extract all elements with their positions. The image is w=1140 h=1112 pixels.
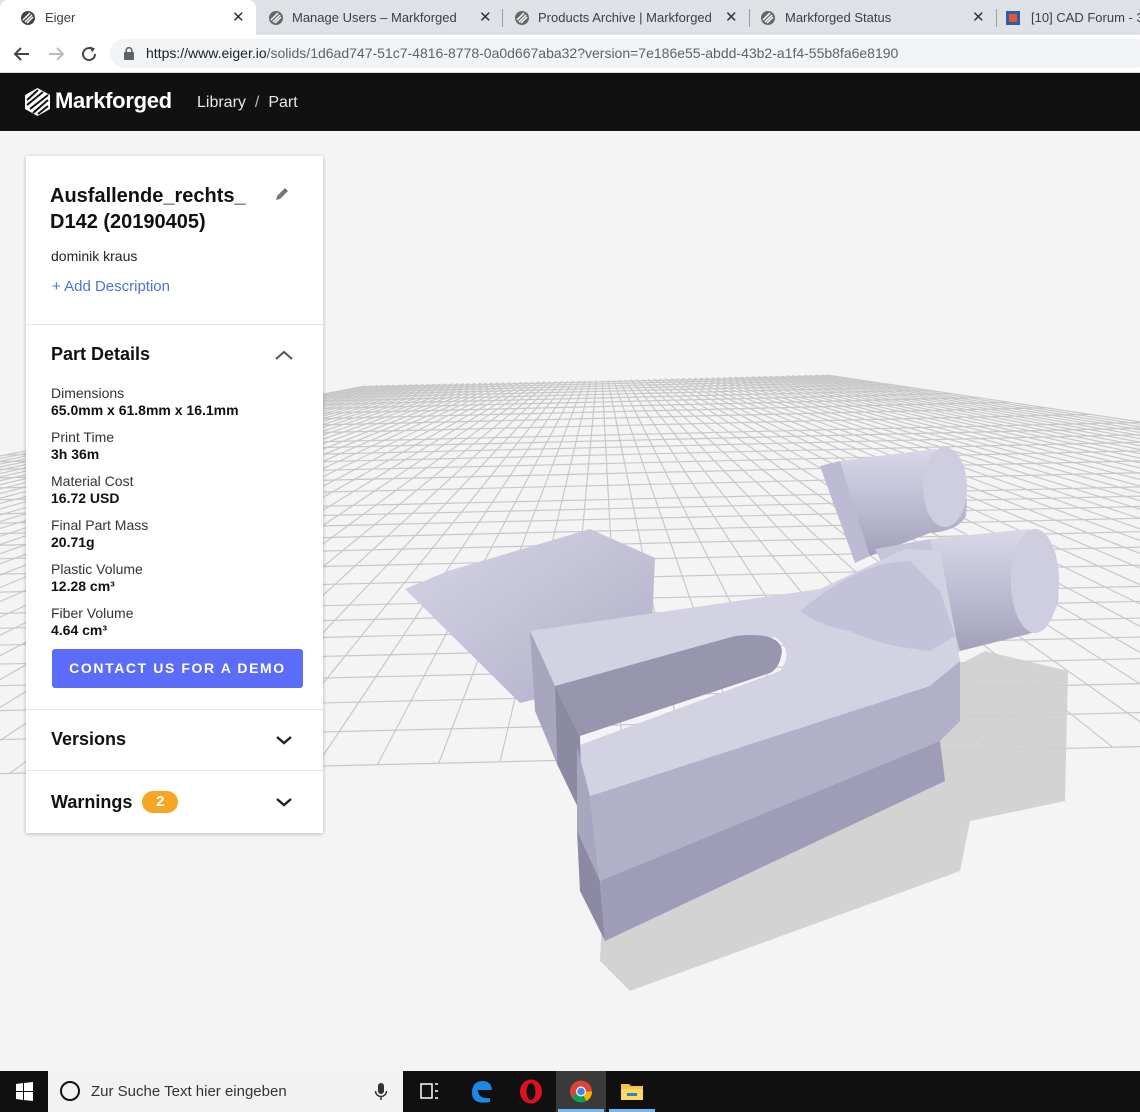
lock-icon	[124, 47, 134, 60]
markforged-icon	[761, 11, 775, 25]
detail-value-print-time: 3h 36m	[51, 446, 100, 462]
taskbar-search-box[interactable]: Zur Suche Text hier eingeben	[48, 1071, 403, 1112]
part-info-panel: Ausfallende_rechts_ D142 (20190405) domi…	[26, 156, 323, 833]
warnings-count-badge: 2	[142, 791, 179, 813]
chevron-down-icon[interactable]	[274, 734, 294, 746]
close-icon[interactable]: ✕	[725, 0, 738, 35]
url-text: https://www.eiger.io/solids/1d6ad747-51c…	[146, 39, 898, 68]
detail-label-fiber-volume: Fiber Volume	[51, 605, 134, 621]
microphone-icon[interactable]	[374, 1083, 388, 1101]
breadcrumb-separator: /	[254, 94, 260, 111]
detail-label-dimensions: Dimensions	[51, 385, 125, 401]
url-path: /solids/1d6ad747-51c7-4816-8778-0a0d667a…	[266, 45, 899, 61]
markforged-icon	[269, 11, 283, 25]
detail-label-print-time: Print Time	[51, 429, 115, 445]
add-description-link[interactable]: + Add Description	[52, 278, 170, 295]
detail-label-plastic-volume: Plastic Volume	[51, 561, 143, 577]
breadcrumb-library[interactable]: Library	[197, 94, 246, 111]
logo-text[interactable]: Markforged	[55, 88, 172, 114]
detail-value-final-part-mass: 20.71g	[51, 534, 95, 550]
close-icon[interactable]: ✕	[232, 0, 245, 35]
reload-icon[interactable]	[77, 35, 101, 72]
detail-value-fiber-volume: 4.64 cm³	[51, 622, 108, 638]
tab-markforged-status[interactable]: Markforged Status ✕	[750, 0, 996, 35]
warnings-heading[interactable]: Warnings 2	[51, 791, 179, 813]
divider	[26, 709, 323, 710]
versions-heading[interactable]: Versions	[51, 729, 126, 750]
detail-label-material-cost: Material Cost	[51, 473, 134, 489]
tab-title: Products Archive | Markforged	[538, 10, 712, 25]
windows-taskbar: Zur Suche Text hier eingeben	[0, 1071, 1140, 1112]
markforged-icon	[515, 11, 529, 25]
markforged-logo-icon[interactable]	[24, 87, 51, 117]
task-view-icon[interactable]	[404, 1071, 454, 1112]
tab-title: Markforged Status	[785, 10, 892, 25]
close-icon[interactable]: ✕	[972, 0, 985, 35]
part-details-heading[interactable]: Part Details	[51, 344, 150, 365]
detail-value-dimensions: 65.0mm x 61.8mm x 16.1mm	[51, 402, 239, 418]
chrome-icon[interactable]	[556, 1071, 606, 1112]
cad-forum-icon	[1006, 11, 1020, 25]
chevron-up-icon[interactable]	[274, 349, 294, 361]
search-placeholder: Zur Suche Text hier eingeben	[91, 1083, 287, 1100]
divider	[26, 324, 323, 325]
file-explorer-icon[interactable]	[607, 1071, 657, 1112]
tab-products-archive[interactable]: Products Archive | Markforged ✕	[503, 0, 749, 35]
cortana-icon	[60, 1081, 80, 1101]
close-icon[interactable]: ✕	[479, 0, 492, 35]
chevron-down-icon[interactable]	[274, 796, 294, 808]
breadcrumb-part: Part	[268, 94, 298, 111]
detail-value-material-cost: 16.72 USD	[51, 490, 120, 506]
tab-manage-users[interactable]: Manage Users – Markforged ✕	[256, 0, 502, 35]
back-icon[interactable]	[10, 35, 34, 72]
edge-icon[interactable]	[456, 1071, 506, 1112]
breadcrumb: Library / Part	[197, 94, 298, 112]
app-header: Markforged Library / Part	[0, 73, 1140, 131]
opera-icon[interactable]	[506, 1071, 556, 1112]
warnings-label: Warnings	[51, 792, 133, 812]
part-title: Ausfallende_rechts_ D142 (20190405)	[50, 185, 246, 233]
address-bar[interactable]: https://www.eiger.io/solids/1d6ad747-51c…	[110, 39, 1140, 68]
tab-eiger[interactable]: Eiger ✕	[0, 0, 256, 35]
forward-icon[interactable]	[44, 35, 68, 72]
contact-demo-button[interactable]: CONTACT US FOR A DEMO	[52, 649, 303, 688]
divider	[26, 770, 323, 771]
windows-start-icon[interactable]	[0, 1071, 48, 1112]
url-host: https://www.eiger.io	[146, 45, 267, 61]
browser-tab-strip: Eiger ✕ Manage Users – Markforged ✕ Prod…	[0, 0, 1140, 35]
edit-pencil-icon[interactable]	[274, 186, 290, 202]
tab-title: [10] CAD Forum - 3D	[1031, 10, 1140, 25]
detail-value-plastic-volume: 12.28 cm³	[51, 578, 115, 594]
browser-toolbar: https://www.eiger.io/solids/1d6ad747-51c…	[0, 35, 1140, 73]
part-author: dominik kraus	[51, 248, 138, 264]
tab-title: Manage Users – Markforged	[292, 10, 457, 25]
tab-title: Eiger	[45, 10, 76, 25]
detail-label-final-part-mass: Final Part Mass	[51, 517, 149, 533]
markforged-icon	[21, 11, 35, 25]
tab-cad-forum[interactable]: [10] CAD Forum - 3D	[997, 0, 1140, 35]
